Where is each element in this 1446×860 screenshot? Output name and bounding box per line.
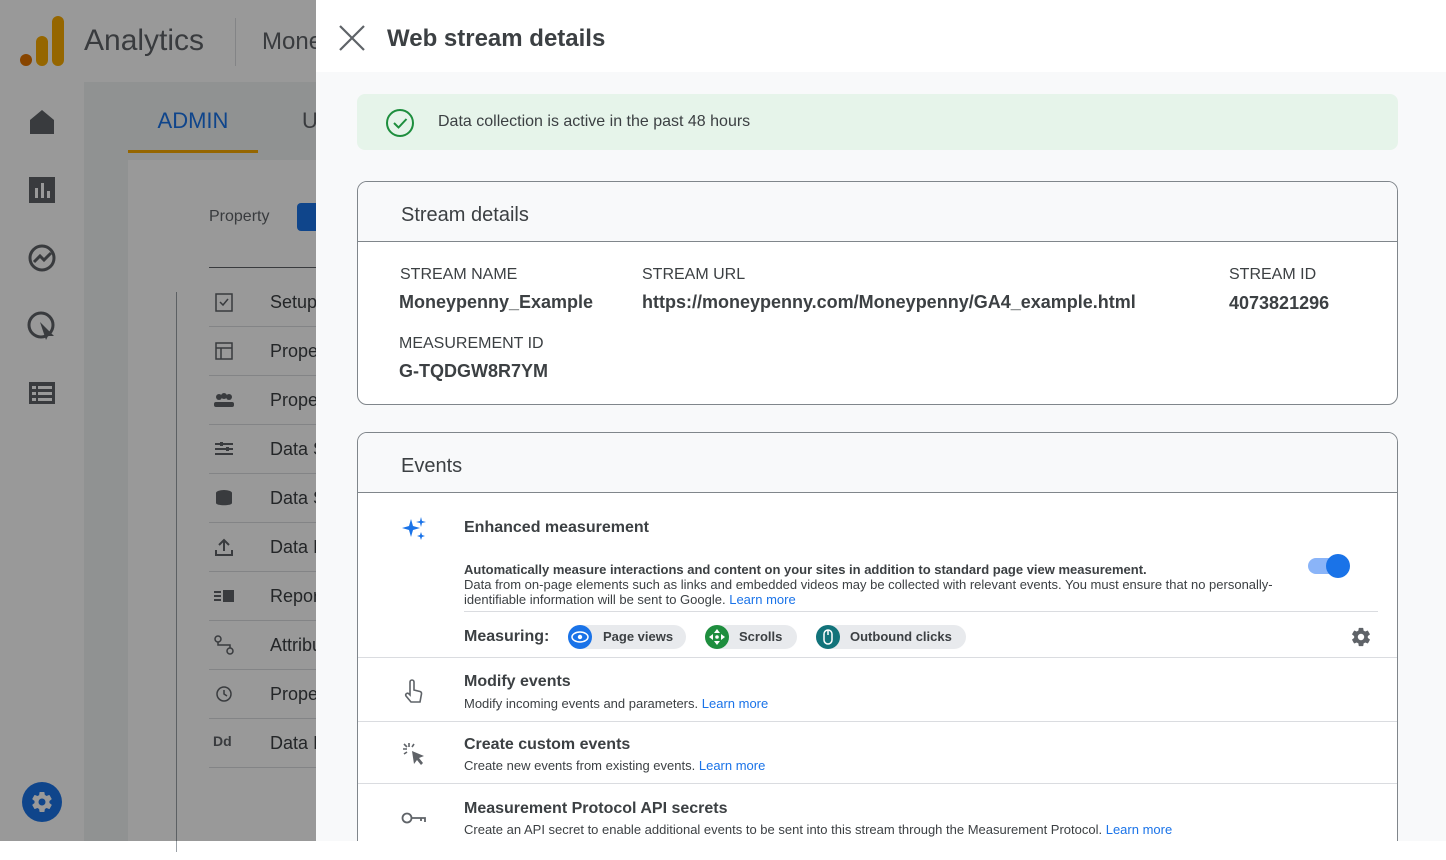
measurement-protocol-row[interactable]: Measurement Protocol API secrets Create … bbox=[358, 784, 1397, 841]
card-header: Stream details bbox=[358, 182, 1397, 242]
check-circle-icon bbox=[386, 109, 414, 137]
stream-url-label: STREAM URL bbox=[642, 266, 746, 283]
divider bbox=[464, 611, 1378, 612]
sparkle-icon bbox=[402, 517, 426, 540]
status-text: Data collection is active in the past 48… bbox=[438, 113, 751, 130]
modify-events-row[interactable]: Modify events Modify incoming events and… bbox=[358, 658, 1397, 722]
create-custom-events-row[interactable]: Create custom events Create new events f… bbox=[358, 722, 1397, 784]
measurement-id-value[interactable]: G-TQDGW8R7YM bbox=[399, 361, 548, 382]
measurement-protocol-description: Create an API secret to enable additiona… bbox=[464, 822, 1172, 837]
mouse-icon bbox=[816, 625, 840, 649]
enhanced-measurement-toggle[interactable] bbox=[1306, 554, 1352, 578]
chip-label: Outbound clicks bbox=[850, 629, 952, 644]
toggle-knob bbox=[1326, 554, 1350, 578]
click-cursor-icon bbox=[403, 743, 424, 765]
panel-title: Web stream details bbox=[387, 25, 606, 52]
stream-name-label: STREAM NAME bbox=[400, 266, 518, 283]
scroll-arrows-icon bbox=[705, 625, 729, 649]
modify-events-description: Modify incoming events and parameters. L… bbox=[464, 696, 768, 711]
panel-body: Data collection is active in the past 48… bbox=[316, 72, 1446, 841]
stream-id-label: STREAM ID bbox=[1229, 266, 1317, 283]
chip-outbound-clicks: Outbound clicks bbox=[816, 625, 966, 649]
touch-hand-icon bbox=[404, 679, 423, 703]
stream-id-value: 4073821296 bbox=[1229, 293, 1330, 313]
measurement-protocol-title: Measurement Protocol API secrets bbox=[464, 800, 728, 817]
card-header: Events bbox=[358, 433, 1397, 493]
chip-page-views: Page views bbox=[568, 625, 686, 649]
chip-label: Scrolls bbox=[739, 629, 783, 644]
enhanced-measurement-row: Enhanced measurement Automatically measu… bbox=[358, 493, 1397, 658]
measurement-id-label: MEASUREMENT ID bbox=[399, 335, 544, 352]
card-title: Events bbox=[401, 455, 463, 477]
modify-events-title: Modify events bbox=[464, 673, 571, 690]
panel-header: Web stream details bbox=[316, 0, 1446, 72]
chip-label: Page views bbox=[603, 629, 674, 644]
description-text: Data from on-page elements such as links… bbox=[464, 577, 1273, 607]
create-custom-events-title: Create custom events bbox=[464, 736, 631, 753]
events-card: Events Enhanced measurement Automaticall… bbox=[357, 432, 1398, 841]
description-text: Create an API secret to enable additiona… bbox=[464, 822, 1103, 837]
card-title: Stream details bbox=[401, 204, 529, 226]
stream-url-value: https://moneypenny.com/Moneypenny/GA4_ex… bbox=[642, 292, 1136, 312]
learn-more-link[interactable]: Learn more bbox=[702, 696, 768, 711]
close-icon[interactable] bbox=[336, 22, 368, 54]
learn-more-link[interactable]: Learn more bbox=[699, 758, 765, 773]
chip-scrolls: Scrolls bbox=[705, 625, 797, 649]
gear-icon[interactable] bbox=[1350, 626, 1372, 648]
status-banner: Data collection is active in the past 48… bbox=[357, 94, 1398, 150]
enhanced-measurement-description: Data from on-page elements such as links… bbox=[464, 577, 1294, 607]
web-stream-details-panel: Web stream details Data collection is ac… bbox=[316, 0, 1446, 841]
learn-more-link[interactable]: Learn more bbox=[1106, 822, 1172, 837]
enhanced-measurement-title: Enhanced measurement bbox=[464, 519, 649, 536]
description-text: Modify incoming events and parameters. bbox=[464, 696, 699, 711]
stream-details-card: Stream details STREAM NAME Moneypenny_Ex… bbox=[357, 181, 1398, 405]
eye-icon bbox=[568, 625, 592, 649]
enhanced-measurement-summary: Automatically measure interactions and c… bbox=[464, 562, 1147, 577]
measuring-label: Measuring: bbox=[464, 628, 550, 645]
stream-name-value: Moneypenny_Example bbox=[399, 292, 594, 312]
description-text: Create new events from existing events. bbox=[464, 758, 696, 773]
create-custom-events-description: Create new events from existing events. … bbox=[464, 758, 765, 773]
key-icon bbox=[401, 812, 426, 824]
learn-more-link[interactable]: Learn more bbox=[729, 592, 795, 607]
